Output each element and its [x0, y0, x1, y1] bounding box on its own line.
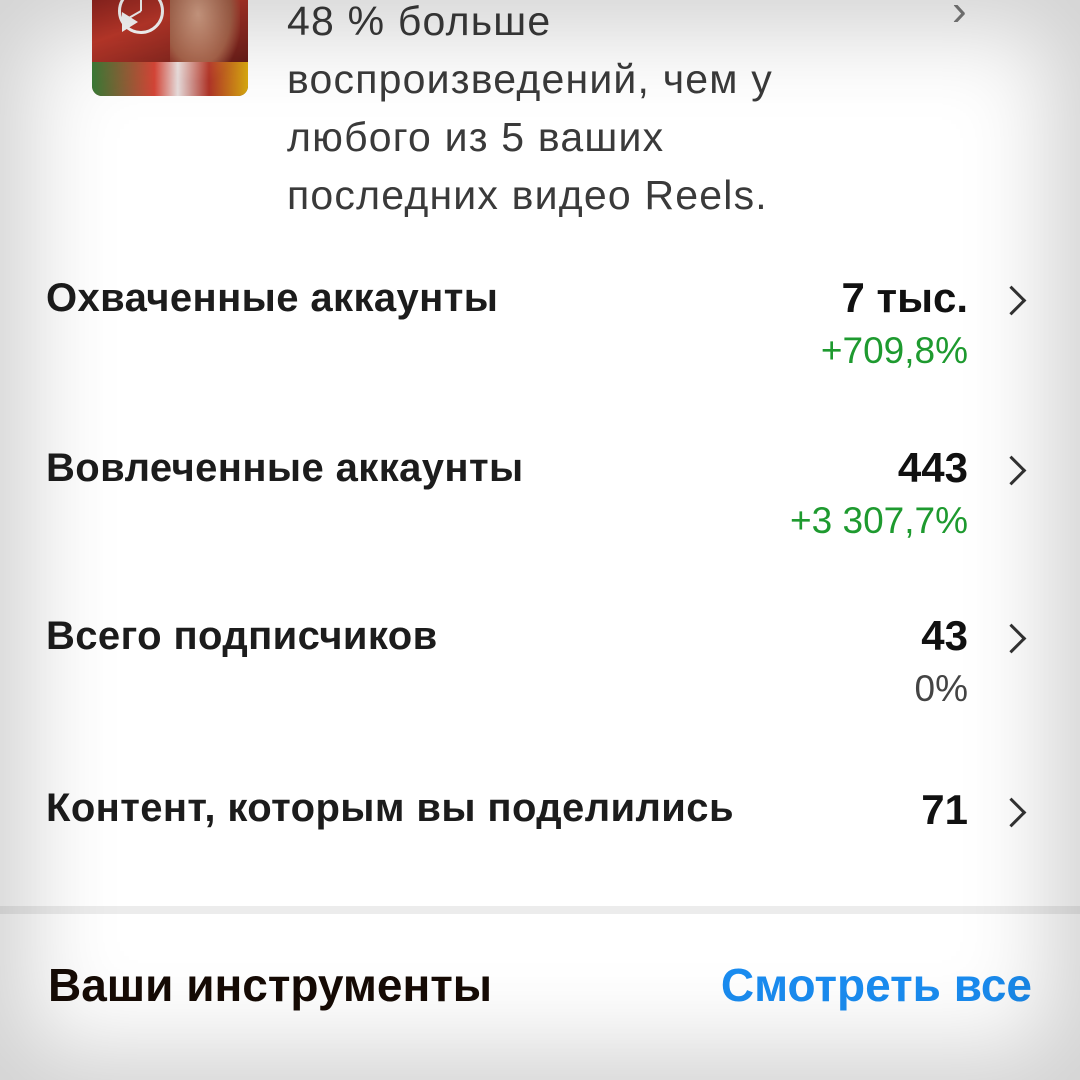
chevron-right-icon — [996, 455, 1027, 486]
metric-row-total-followers[interactable]: Всего подписчиков 43 0% — [0, 598, 1080, 766]
metric-row-content-shared[interactable]: Контент, которым вы поделились 71 — [0, 766, 1080, 916]
see-all-link[interactable]: Смотреть все — [721, 958, 1032, 1012]
chevron-right-icon — [996, 285, 1027, 316]
chevron-right-icon — [996, 623, 1027, 654]
metric-change: 0% — [914, 668, 968, 709]
insights-screen: 48 % больше воспроизведений, чем у любог… — [0, 0, 1080, 1080]
chevron-right-icon — [996, 797, 1027, 828]
metric-value: 443 — [897, 444, 968, 491]
metric-row-accounts-reached[interactable]: Охваченные аккаунты 7 тыс. +709,8% — [0, 260, 1080, 430]
play-icon — [122, 12, 138, 32]
tools-section-header: Ваши инструменты Смотреть все — [0, 930, 1080, 1050]
metric-label: Контент, которым вы поделились — [46, 786, 734, 830]
metric-value: 71 — [921, 786, 968, 833]
metric-label: Охваченные аккаунты — [46, 276, 499, 320]
metric-change: +3 307,7% — [790, 500, 968, 541]
reel-insight-text: 48 % больше воспроизведений, чем у любог… — [287, 0, 773, 218]
metric-label: Всего подписчиков — [46, 614, 438, 658]
metric-value: 7 тыс. — [841, 274, 969, 321]
section-title: Ваши инструменты — [48, 959, 493, 1011]
reel-thumbnail[interactable] — [92, 0, 248, 96]
metric-value: 43 — [921, 612, 968, 659]
metric-change: +709,8% — [820, 330, 968, 371]
chevron-right-icon[interactable]: › — [952, 0, 967, 36]
reel-insight-card[interactable]: 48 % больше воспроизведений, чем у любог… — [0, 0, 1080, 240]
metric-label: Вовлеченные аккаунты — [46, 446, 524, 490]
metrics-list: Охваченные аккаунты 7 тыс. +709,8% Вовле… — [0, 260, 1080, 916]
section-divider — [0, 906, 1080, 914]
metric-row-accounts-engaged[interactable]: Вовлеченные аккаунты 443 +3 307,7% — [0, 430, 1080, 598]
thumbnail-banner — [92, 62, 248, 96]
